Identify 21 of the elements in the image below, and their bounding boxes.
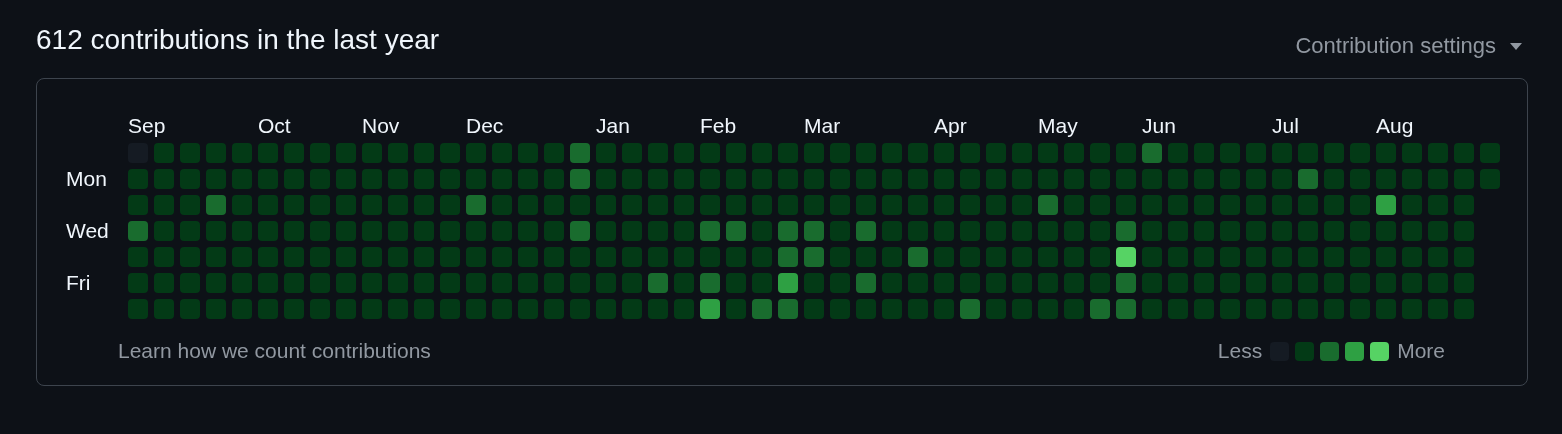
- month-label: Jun: [1142, 115, 1176, 137]
- month-label: Jul: [1272, 115, 1299, 137]
- month-label: May: [1038, 115, 1078, 137]
- contributions-heading: 612 contributions in the last year: [36, 24, 440, 56]
- month-label: Nov: [362, 115, 400, 137]
- month-label: Apr: [934, 115, 967, 137]
- weekday-label: Mon: [66, 169, 107, 189]
- legend-less-label: Less: [1217, 339, 1263, 363]
- legend-more-label: More: [1397, 339, 1445, 363]
- month-label: Oct: [258, 115, 291, 137]
- month-label: Aug: [1376, 115, 1414, 137]
- weekday-label: Fri: [66, 273, 91, 293]
- learn-link[interactable]: Learn how we count contributions: [118, 339, 431, 363]
- month-label: Jan: [596, 115, 630, 137]
- caret-icon: [1510, 42, 1522, 50]
- month-label: Dec: [466, 115, 504, 137]
- month-label: Mar: [804, 115, 841, 137]
- weekday-label: Wed: [66, 221, 109, 241]
- month-label: Sep: [128, 115, 166, 137]
- month-label: Feb: [700, 115, 737, 137]
- contribution-settings-dropdown[interactable]: Contribution settings: [1295, 33, 1528, 59]
